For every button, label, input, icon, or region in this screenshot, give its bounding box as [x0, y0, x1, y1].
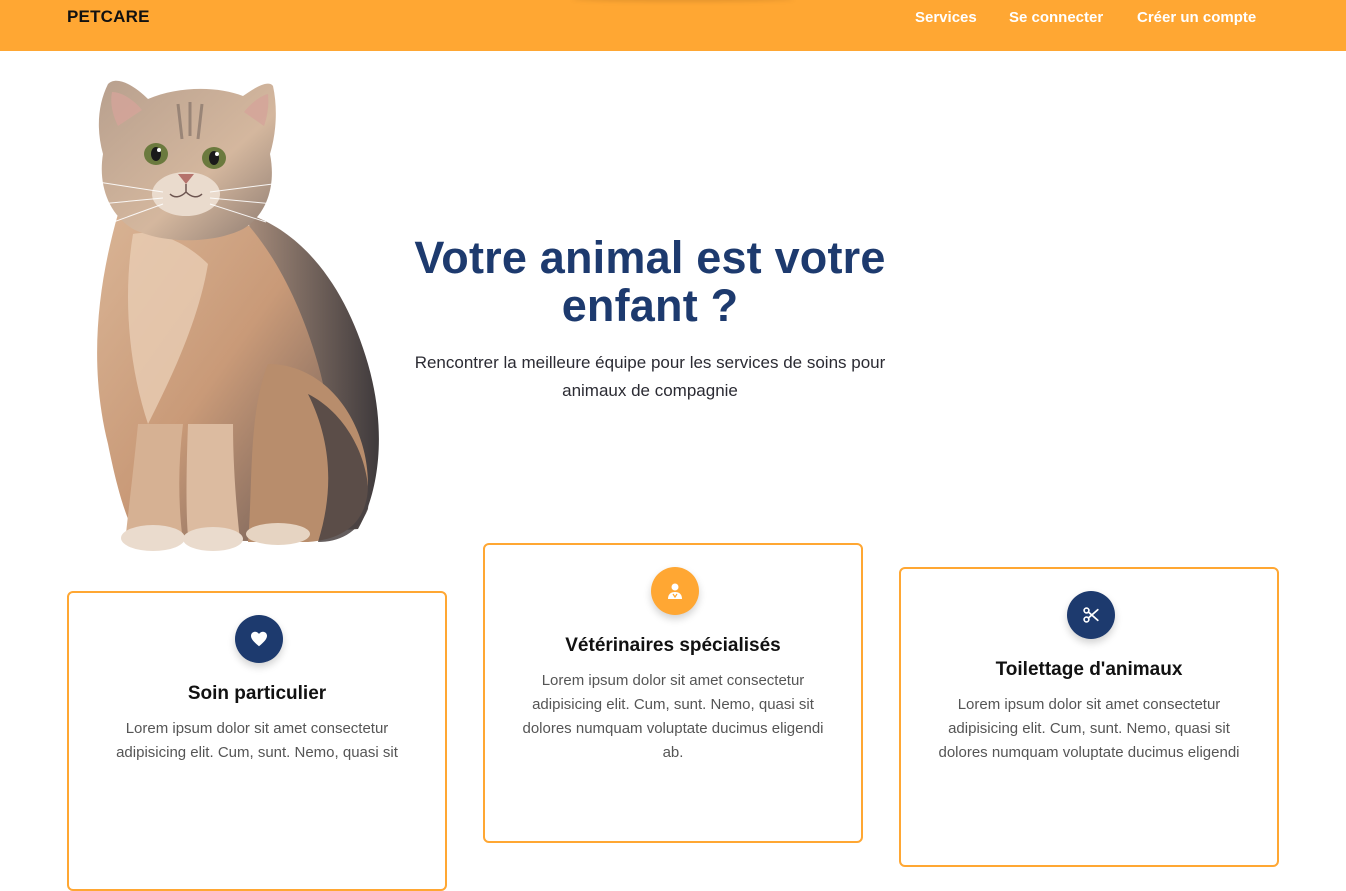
brand-logo[interactable]: PETCARE	[67, 7, 150, 27]
card-title: Toilettage d'animaux	[995, 659, 1183, 680]
hero-subtitle-line-2: animaux de compagnie	[562, 381, 738, 400]
vet-icon	[651, 567, 699, 615]
card-text: Lorem ipsum dolor sit amet consectetur a…	[938, 696, 1240, 761]
navbar-shadow	[572, 0, 794, 2]
cat-illustration	[97, 80, 379, 551]
card-title: Soin particulier	[187, 683, 327, 704]
nav-link-login[interactable]: Se connecter	[1009, 9, 1103, 26]
navbar: PETCARE Services Se connecter Créer un c…	[0, 0, 1346, 51]
hero-title: Votre animal est votre enfant ?	[380, 234, 920, 330]
card-text: Lorem ipsum dolor sit amet consectetur a…	[522, 672, 824, 761]
hero-subtitle-line-1: Rencontrer la meilleure équipe pour les …	[414, 353, 886, 372]
hero-title-line-1: Votre animal est votre	[414, 232, 886, 283]
scissors-icon	[1067, 591, 1115, 639]
service-card-grooming: Toilettage d'animaux Lorem ipsum dolor s…	[899, 567, 1279, 867]
card-title: Vétérinaires spécialisés	[565, 635, 781, 656]
hero-title-line-2: enfant ?	[561, 280, 739, 331]
heart-icon	[235, 615, 283, 663]
service-card-vets: Vétérinaires spécialisés Lorem ipsum dol…	[483, 543, 863, 843]
nav-link-register[interactable]: Créer un compte	[1137, 9, 1256, 26]
hero-subtitle: Rencontrer la meilleure équipe pour les …	[380, 349, 920, 405]
nav-link-services[interactable]: Services	[915, 9, 977, 26]
cat-photo	[78, 64, 388, 554]
card-text: Lorem ipsum dolor sit amet consectetur a…	[116, 720, 398, 761]
service-card-special-care: Soin particulier Lorem ipsum dolor sit a…	[67, 591, 447, 891]
